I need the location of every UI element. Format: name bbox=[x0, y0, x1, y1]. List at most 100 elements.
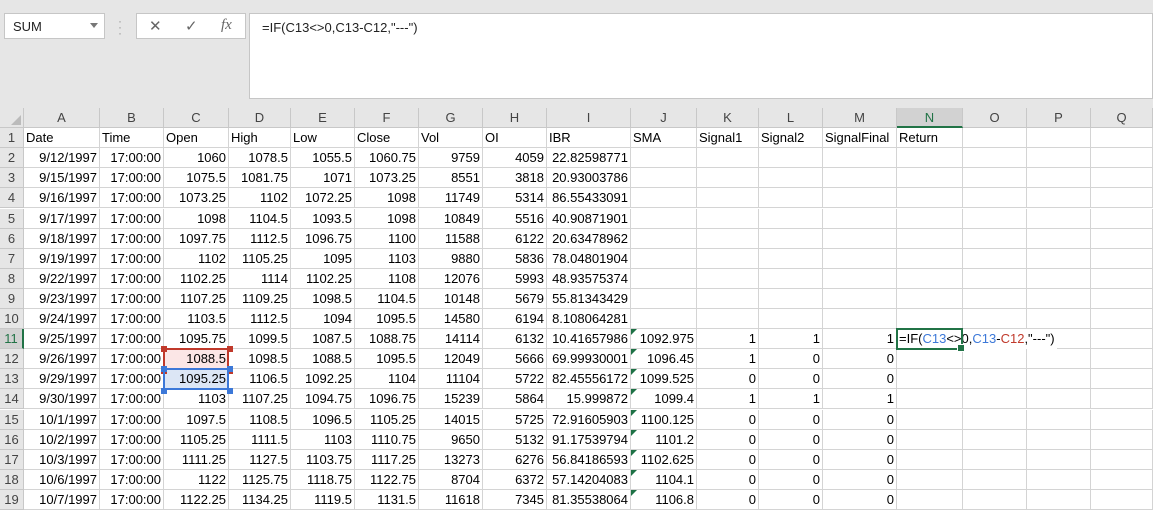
cell-H17[interactable]: 6276 bbox=[483, 450, 547, 470]
cell-Q15[interactable] bbox=[1091, 410, 1153, 430]
row-header-15[interactable]: 15 bbox=[0, 410, 24, 430]
cell-O2[interactable] bbox=[963, 148, 1027, 168]
cell-H1[interactable]: OI bbox=[483, 128, 547, 148]
cell-L1[interactable]: Signal2 bbox=[759, 128, 823, 148]
cell-M15[interactable]: 0 bbox=[823, 410, 897, 430]
cell-C1[interactable]: Open bbox=[164, 128, 229, 148]
cell-K8[interactable] bbox=[697, 269, 759, 289]
cell-Q13[interactable] bbox=[1091, 369, 1153, 389]
cell-M7[interactable] bbox=[823, 249, 897, 269]
cell-J19[interactable]: 1106.8 bbox=[631, 490, 697, 510]
cell-K7[interactable] bbox=[697, 249, 759, 269]
column-header-D[interactable]: D bbox=[229, 108, 291, 128]
cell-I16[interactable]: 91.17539794 bbox=[547, 430, 631, 450]
cell-M11[interactable]: 1 bbox=[823, 329, 897, 349]
cell-N17[interactable] bbox=[897, 450, 963, 470]
cell-A19[interactable]: 10/7/1997 bbox=[24, 490, 100, 510]
cell-D2[interactable]: 1078.5 bbox=[229, 148, 291, 168]
row-header-10[interactable]: 10 bbox=[0, 309, 24, 329]
cell-E19[interactable]: 1119.5 bbox=[291, 490, 355, 510]
fx-icon[interactable]: fx bbox=[221, 17, 232, 34]
cell-D11[interactable]: 1099.5 bbox=[229, 329, 291, 349]
column-header-A[interactable]: A bbox=[24, 108, 100, 128]
cell-A18[interactable]: 10/6/1997 bbox=[24, 470, 100, 490]
cell-O7[interactable] bbox=[963, 249, 1027, 269]
cell-J9[interactable] bbox=[631, 289, 697, 309]
cell-Q7[interactable] bbox=[1091, 249, 1153, 269]
cell-A15[interactable]: 10/1/1997 bbox=[24, 410, 100, 430]
cell-G19[interactable]: 11618 bbox=[419, 490, 483, 510]
cell-I17[interactable]: 56.84186593 bbox=[547, 450, 631, 470]
cell-Q11[interactable] bbox=[1091, 329, 1153, 349]
cell-L2[interactable] bbox=[759, 148, 823, 168]
cell-I15[interactable]: 72.91605903 bbox=[547, 410, 631, 430]
cell-H12[interactable]: 5666 bbox=[483, 349, 547, 369]
cell-C17[interactable]: 1111.25 bbox=[164, 450, 229, 470]
cell-A4[interactable]: 9/16/1997 bbox=[24, 188, 100, 208]
cell-G7[interactable]: 9880 bbox=[419, 249, 483, 269]
cell-D9[interactable]: 1109.25 bbox=[229, 289, 291, 309]
select-all-button[interactable] bbox=[0, 108, 24, 128]
cell-J14[interactable]: 1099.4 bbox=[631, 389, 697, 409]
cell-O9[interactable] bbox=[963, 289, 1027, 309]
cell-L13[interactable]: 0 bbox=[759, 369, 823, 389]
cell-H13[interactable]: 5722 bbox=[483, 369, 547, 389]
cell-I8[interactable]: 48.93575374 bbox=[547, 269, 631, 289]
cancel-icon[interactable]: ✕ bbox=[149, 17, 162, 35]
cell-J5[interactable] bbox=[631, 209, 697, 229]
cell-J1[interactable]: SMA bbox=[631, 128, 697, 148]
cell-H4[interactable]: 5314 bbox=[483, 188, 547, 208]
column-header-E[interactable]: E bbox=[291, 108, 355, 128]
cell-E13[interactable]: 1092.25 bbox=[291, 369, 355, 389]
cell-O17[interactable] bbox=[963, 450, 1027, 470]
cell-K2[interactable] bbox=[697, 148, 759, 168]
cell-N4[interactable] bbox=[897, 188, 963, 208]
cell-M6[interactable] bbox=[823, 229, 897, 249]
cell-B12[interactable]: 17:00:00 bbox=[100, 349, 164, 369]
cell-O19[interactable] bbox=[963, 490, 1027, 510]
cell-E4[interactable]: 1072.25 bbox=[291, 188, 355, 208]
cell-P2[interactable] bbox=[1027, 148, 1091, 168]
row-header-4[interactable]: 4 bbox=[0, 188, 24, 208]
cell-C6[interactable]: 1097.75 bbox=[164, 229, 229, 249]
cell-L9[interactable] bbox=[759, 289, 823, 309]
cell-N3[interactable] bbox=[897, 168, 963, 188]
drag-handle-icon[interactable]: · · · bbox=[118, 15, 122, 39]
cell-G13[interactable]: 11104 bbox=[419, 369, 483, 389]
cell-K10[interactable] bbox=[697, 309, 759, 329]
cell-H5[interactable]: 5516 bbox=[483, 209, 547, 229]
cell-Q6[interactable] bbox=[1091, 229, 1153, 249]
cell-L19[interactable]: 0 bbox=[759, 490, 823, 510]
cell-H19[interactable]: 7345 bbox=[483, 490, 547, 510]
row-header-8[interactable]: 8 bbox=[0, 269, 24, 289]
cell-L7[interactable] bbox=[759, 249, 823, 269]
cell-N2[interactable] bbox=[897, 148, 963, 168]
cell-M1[interactable]: SignalFinal bbox=[823, 128, 897, 148]
cell-E11[interactable]: 1087.5 bbox=[291, 329, 355, 349]
row-header-1[interactable]: 1 bbox=[0, 128, 24, 148]
row-header-16[interactable]: 16 bbox=[0, 430, 24, 450]
cell-A10[interactable]: 9/24/1997 bbox=[24, 309, 100, 329]
cell-P4[interactable] bbox=[1027, 188, 1091, 208]
cell-O14[interactable] bbox=[963, 389, 1027, 409]
cell-A12[interactable]: 9/26/1997 bbox=[24, 349, 100, 369]
cell-E9[interactable]: 1098.5 bbox=[291, 289, 355, 309]
cell-N11[interactable]: =IF(C13<>0,C13-C12,"---") bbox=[897, 329, 1057, 349]
cell-D12[interactable]: 1098.5 bbox=[229, 349, 291, 369]
cell-P19[interactable] bbox=[1027, 490, 1091, 510]
cell-H15[interactable]: 5725 bbox=[483, 410, 547, 430]
cell-I6[interactable]: 20.63478962 bbox=[547, 229, 631, 249]
cell-F12[interactable]: 1095.5 bbox=[355, 349, 419, 369]
cell-J3[interactable] bbox=[631, 168, 697, 188]
cell-E14[interactable]: 1094.75 bbox=[291, 389, 355, 409]
column-header-P[interactable]: P bbox=[1027, 108, 1091, 128]
cell-P13[interactable] bbox=[1027, 369, 1091, 389]
cell-L10[interactable] bbox=[759, 309, 823, 329]
cell-F19[interactable]: 1131.5 bbox=[355, 490, 419, 510]
cell-D16[interactable]: 1111.5 bbox=[229, 430, 291, 450]
row-header-2[interactable]: 2 bbox=[0, 148, 24, 168]
cell-Q18[interactable] bbox=[1091, 470, 1153, 490]
cell-K5[interactable] bbox=[697, 209, 759, 229]
cell-E17[interactable]: 1103.75 bbox=[291, 450, 355, 470]
cell-C9[interactable]: 1107.25 bbox=[164, 289, 229, 309]
